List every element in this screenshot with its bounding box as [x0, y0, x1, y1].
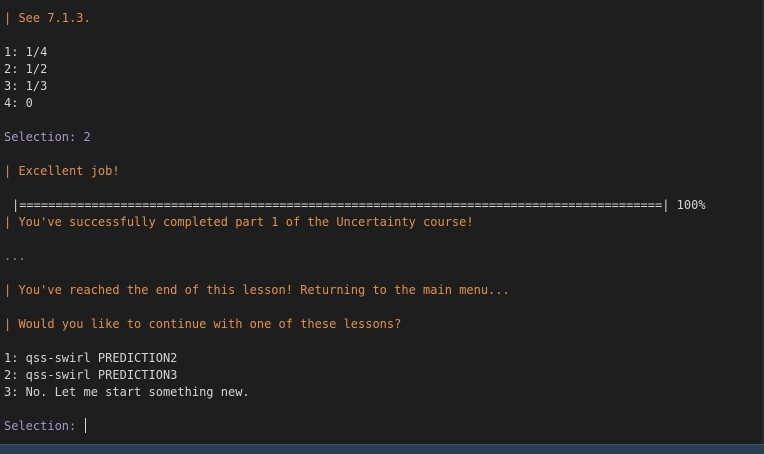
option-2: 2: 1/2: [4, 62, 48, 76]
message-see-section: | See 7.1.3.: [4, 11, 91, 25]
option-1: 1: 1/4: [4, 45, 48, 59]
lesson-option-3: 3: No. Let me start something new.: [4, 385, 250, 399]
terminal-window[interactable]: | See 7.1.3. 1: 1/4 2: 1/2 3: 1/3 4: 0 S…: [0, 0, 764, 454]
option-4: 4: 0: [4, 96, 33, 110]
lesson-option-2: 2: qss-swirl PREDICTION3: [4, 368, 178, 382]
option-3: 3: 1/3: [4, 79, 48, 93]
selection-prompt: Selection:: [4, 419, 84, 433]
message-continue-question: | Would you like to continue with one of…: [4, 317, 402, 331]
message-end-lesson: | You've reached the end of this lesson!…: [4, 283, 510, 297]
progress-bar: |=======================================…: [12, 198, 706, 212]
lesson-option-1: 1: qss-swirl PREDICTION2: [4, 351, 178, 365]
continuation-ellipsis: ...: [4, 249, 26, 263]
text-cursor[interactable]: [85, 418, 87, 433]
selection-answer: Selection: 2: [4, 130, 91, 144]
message-excellent: | Excellent job!: [4, 164, 120, 178]
status-bar: [0, 444, 764, 454]
selection-input-line[interactable]: Selection:: [4, 418, 764, 435]
message-completed: | You've successfully completed part 1 o…: [4, 215, 474, 229]
